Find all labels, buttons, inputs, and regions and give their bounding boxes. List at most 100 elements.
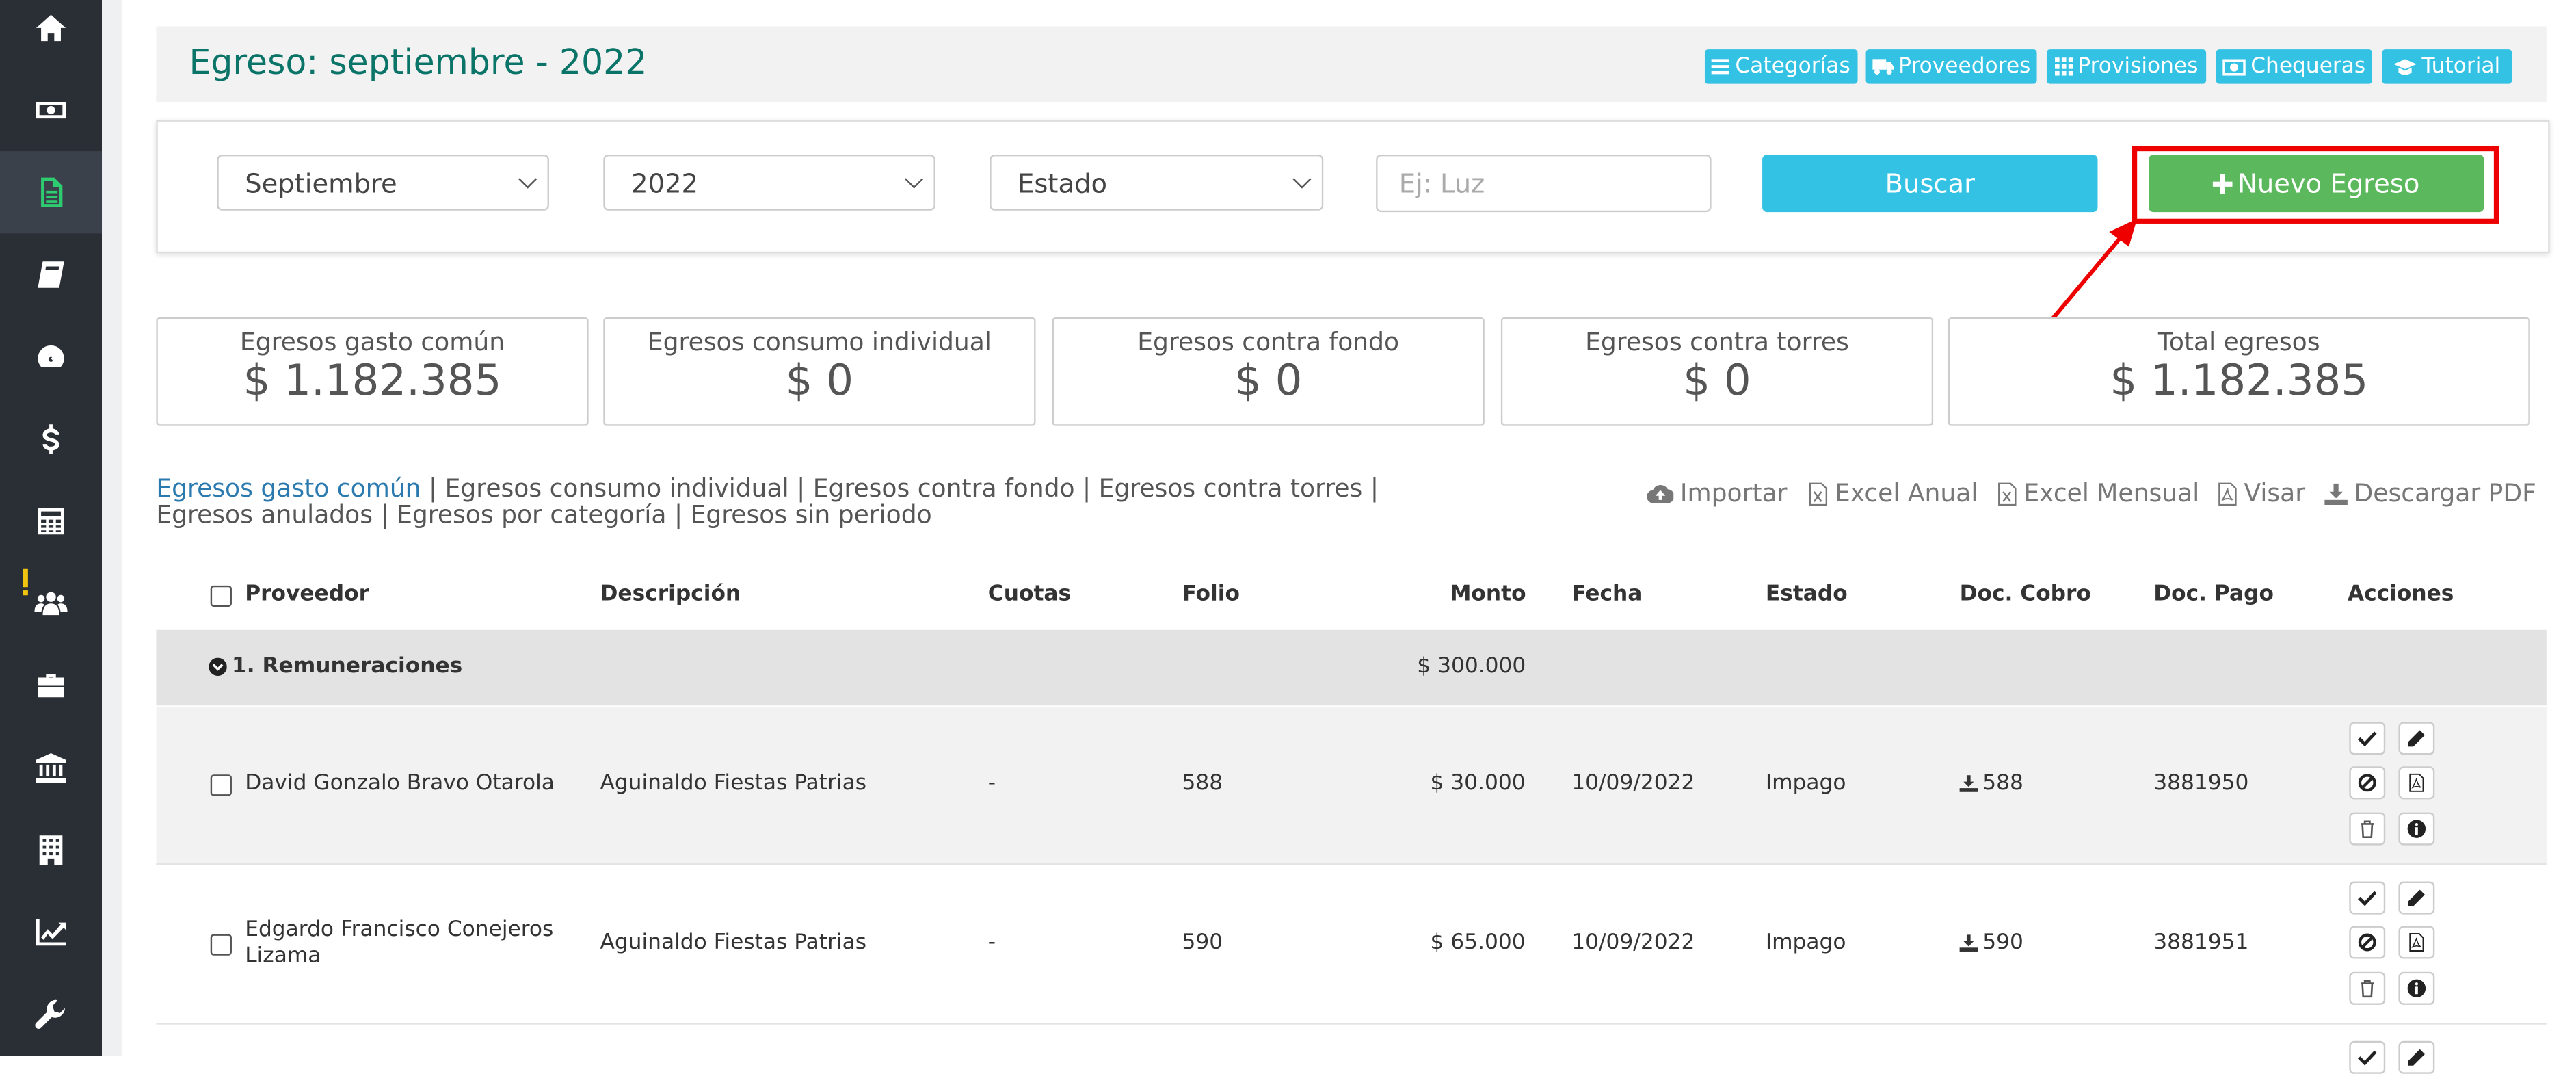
tab-gasto-comun[interactable]: Egresos gasto común [156, 473, 421, 503]
descargar-pdf-label: Descargar PDF [2354, 478, 2536, 508]
tab-sin-periodo[interactable]: Egresos sin periodo [691, 500, 932, 529]
col-descripcion[interactable]: Descripción [600, 582, 741, 607]
col-doc-pago[interactable]: Doc. Pago [2153, 582, 2274, 607]
estado-cell: Impago [1765, 930, 1846, 956]
sidebar-item-settings[interactable] [0, 973, 102, 1056]
tab-consumo-individual[interactable]: Egresos consumo individual [445, 473, 789, 503]
excel-mensual-link[interactable]: Excel Mensual [1997, 479, 2199, 508]
summary-value: $ 0 [785, 356, 854, 406]
doc-cobro-link[interactable]: 588 [1959, 771, 2023, 796]
delete-button[interactable] [2349, 971, 2386, 1005]
month-select[interactable]: Septiembre [217, 154, 549, 211]
void-button[interactable] [2349, 926, 2386, 959]
categorias-label: Categorías [1735, 54, 1850, 79]
truck-icon [1872, 59, 1894, 75]
summary-card-contra-fondo: Egresos contra fondo $ 0 [1052, 317, 1485, 426]
edit-button[interactable] [2398, 722, 2435, 755]
provisiones-label: Provisiones [2077, 54, 2199, 79]
sidebar-item-payments[interactable] [0, 398, 102, 480]
tab-contra-fondo[interactable]: Egresos contra fondo [813, 473, 1075, 503]
sidebar-item-bank[interactable] [0, 727, 102, 809]
edit-button[interactable] [2398, 881, 2435, 915]
sidebar-item-dashboard[interactable] [0, 316, 102, 398]
excel-anual-link[interactable]: Excel Anual [1808, 479, 1978, 508]
sidebar-item-home[interactable] [0, 0, 102, 69]
doc-cobro-value: 590 [1982, 930, 2023, 956]
tab-separator: | [373, 499, 397, 530]
tab-por-categoria[interactable]: Egresos por categoría [397, 500, 666, 529]
col-monto[interactable]: Monto [1450, 582, 1526, 607]
col-folio[interactable]: Folio [1182, 582, 1239, 607]
visar-link[interactable]: Visar [2218, 479, 2305, 508]
cloud-upload-icon [1647, 484, 1674, 503]
proveedores-button[interactable]: Proveedores [1865, 49, 2037, 84]
doc-cobro-link[interactable]: 590 [1959, 930, 2023, 956]
col-proveedor[interactable]: Proveedor [245, 582, 369, 607]
categorias-button[interactable]: Categorías [1704, 49, 1858, 84]
excel-file-icon [1998, 482, 2017, 506]
provisiones-button[interactable]: Provisiones [2046, 49, 2207, 84]
dashboard-icon [38, 345, 64, 367]
search-input[interactable]: Ej: Luz [1376, 154, 1712, 213]
approve-button[interactable] [2349, 722, 2386, 755]
group-row[interactable] [156, 629, 2547, 706]
info-button[interactable] [2398, 971, 2435, 1005]
edit-button[interactable] [2398, 1040, 2435, 1074]
building-icon [39, 835, 63, 865]
sidebar-item-library[interactable] [0, 233, 102, 315]
tab-anulados[interactable]: Egresos anulados [156, 500, 373, 529]
tutorial-button[interactable]: Tutorial [2382, 49, 2512, 84]
info-icon [2407, 979, 2426, 998]
content-gutter [102, 0, 122, 1056]
summary-label: Egresos contra fondo [1137, 327, 1400, 357]
col-cuotas[interactable]: Cuotas [988, 582, 1071, 607]
sidebar-item-calculator[interactable] [0, 480, 102, 562]
proveedores-label: Proveedores [1898, 54, 2031, 79]
folio-cell: 588 [1182, 771, 1223, 796]
trash-icon [2361, 980, 2374, 998]
graduation-cap-icon [2393, 58, 2417, 75]
year-select[interactable]: 2022 [603, 154, 935, 211]
chequeras-button[interactable]: Chequeras [2216, 49, 2372, 84]
summary-value: $ 1.182.385 [243, 356, 502, 406]
summary-value: $ 0 [1683, 356, 1751, 406]
descargar-pdf-link[interactable]: Descargar PDF [2324, 479, 2536, 508]
cuotas-cell: - [987, 771, 996, 796]
sidebar-item-building[interactable] [0, 809, 102, 891]
approve-button[interactable] [2349, 881, 2386, 915]
search-button[interactable]: Buscar [1762, 154, 2098, 213]
row-checkbox[interactable] [210, 934, 232, 956]
select-all-checkbox[interactable] [210, 585, 232, 607]
pdf-button[interactable] [2398, 766, 2435, 800]
book-icon [38, 261, 64, 288]
info-button[interactable] [2398, 812, 2435, 846]
void-button[interactable] [2349, 766, 2386, 800]
trash-icon [2361, 820, 2374, 838]
document-icon [41, 177, 63, 207]
sidebar-item-reports[interactable] [0, 891, 102, 973]
status-select[interactable]: Estado [990, 154, 1324, 211]
sidebar-item-briefcase[interactable] [0, 644, 102, 726]
sidebar-item-users[interactable] [0, 562, 102, 644]
delete-button[interactable] [2349, 812, 2386, 846]
importar-link[interactable]: Importar [1647, 479, 1788, 508]
info-icon [2407, 820, 2426, 838]
monto-cell: $ 30.000 [1430, 771, 1526, 796]
chevron-circle-down-icon[interactable] [209, 657, 227, 677]
fecha-cell: 10/09/2022 [1571, 930, 1695, 956]
col-estado[interactable]: Estado [1766, 582, 1848, 607]
tab-contra-torres[interactable]: Egresos contra torres [1099, 473, 1363, 503]
chevron-down-icon [1292, 170, 1312, 189]
sidebar-item-egresos[interactable] [0, 151, 103, 234]
tab-separator: | [421, 473, 445, 503]
approve-button[interactable] [2349, 1040, 2386, 1074]
col-doc-cobro[interactable]: Doc. Cobro [1960, 582, 2091, 607]
sidebar-item-finance[interactable] [0, 69, 102, 151]
row-checkbox[interactable] [210, 774, 232, 796]
col-fecha[interactable]: Fecha [1571, 582, 1642, 607]
chevron-down-icon [905, 170, 924, 189]
pdf-button[interactable] [2398, 926, 2435, 959]
pdf-file-icon [2218, 482, 2237, 506]
check-icon [2358, 731, 2377, 747]
check-icon [2358, 1050, 2377, 1066]
